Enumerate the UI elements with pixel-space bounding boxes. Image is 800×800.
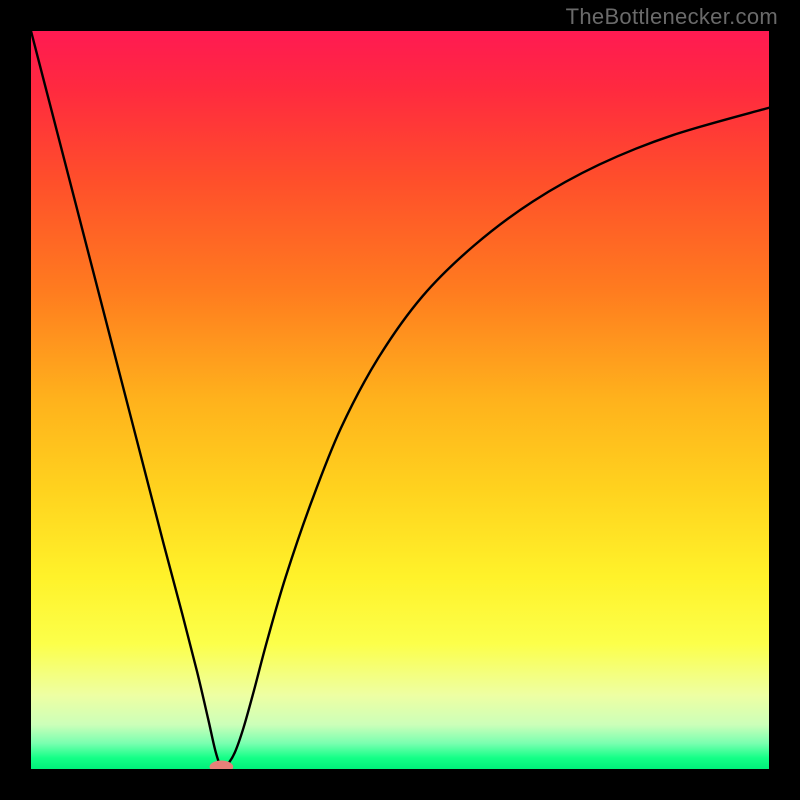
plot-area bbox=[31, 31, 769, 769]
bottleneck-curve-chart bbox=[31, 31, 769, 769]
chart-frame: TheBottlenecker.com bbox=[0, 0, 800, 800]
watermark-text: TheBottlenecker.com bbox=[566, 4, 778, 30]
gradient-background bbox=[31, 31, 769, 769]
